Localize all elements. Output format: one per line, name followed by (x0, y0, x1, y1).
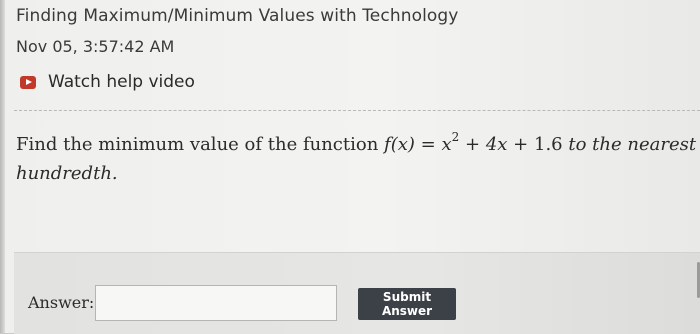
question-prefix: Find the minimum value of the function (16, 134, 379, 155)
function-expression: f(x) = x2 + 4x + 1.6 (384, 131, 568, 155)
exponent: 2 (451, 130, 460, 144)
play-video-icon (20, 75, 36, 89)
equals-sign: = (420, 134, 436, 155)
assignment-title: Finding Maximum/Minimum Values with Tech… (16, 6, 459, 26)
question-suffix-line2: hundredth. (16, 163, 118, 184)
plus-sign-2: + (513, 134, 529, 155)
term-x: x (441, 134, 452, 155)
answer-input[interactable] (95, 285, 337, 321)
question-text: Find the minimum value of the function f… (16, 130, 700, 188)
answer-label: Answer: (28, 293, 95, 312)
submit-answer-button[interactable]: Submit Answer (358, 288, 456, 320)
plus-sign-1: + (465, 134, 481, 155)
window-edge (0, 0, 5, 333)
constant-term: 1.6 (534, 134, 563, 155)
section-divider (14, 110, 700, 111)
help-link-label: Watch help video (48, 72, 195, 92)
watch-help-video-link[interactable]: Watch help video (20, 72, 195, 92)
function-lhs: f(x) (384, 134, 415, 155)
term-4x: 4x (485, 134, 508, 155)
question-page: Finding Maximum/Minimum Values with Tech… (0, 0, 700, 334)
timestamp: Nov 05, 3:57:42 AM (16, 37, 175, 56)
question-suffix: to the nearest (568, 134, 697, 155)
